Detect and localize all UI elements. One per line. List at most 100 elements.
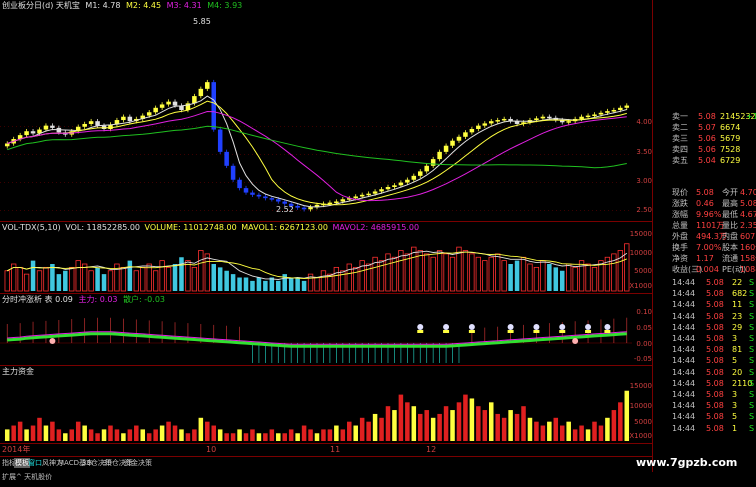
indicator-pane[interactable]: 分时冲涨析 表 0.09 主力: 0.03 散户: -0.03 0.10 0.0… [0,294,652,366]
tick-time: 14:44 [672,300,696,310]
candle-body [327,202,333,205]
funds-bar [17,421,23,441]
tick-price: 5.08 [706,322,724,332]
date-axis-12: 12 [426,445,437,454]
indicator-signal-base [533,330,540,333]
funds-bar [224,433,229,441]
candle-body [585,115,591,118]
indicator-end-dot [572,338,579,344]
price-axis-35: 3.50 [636,148,652,156]
quote-info-label: 净资 [672,254,688,263]
tab-funds-decision[interactable]: 资金决策 [124,458,152,468]
tick-price: 5.08 [706,311,724,321]
candle-body [166,101,171,105]
volume-bar [295,277,300,291]
tick-side: S [749,311,755,321]
funds-bar [30,425,36,441]
volume-bar [346,263,352,292]
funds-bar [347,421,352,441]
tick-row: 14:44 5.08 682 S [670,289,756,299]
candle-body [243,188,249,193]
candle-body [301,207,307,210]
volume-bar [585,263,591,292]
quote-info-value: 7.00% [696,243,722,252]
candle-body [372,191,378,194]
tick-volume: 3 [732,401,738,411]
funds-bar [63,433,68,441]
volume-bar [424,253,430,292]
candle-body [282,201,287,204]
funds-axis-15000: 15000 [629,382,652,390]
candle-body [230,165,236,180]
volume-bar [353,266,359,292]
candle-body [547,116,552,119]
candle-body [469,128,475,133]
tick-price: 5.08 [706,300,724,310]
quote-info-row: 收益(三)0.004PE(动)1084.3 [670,265,756,275]
candle-body [30,131,36,134]
funds-bar [4,429,10,441]
volume-chart[interactable] [0,233,632,293]
volume-pane[interactable]: VOL-TDX(5,10) VOL: 11852285.00 VOLUME: 1… [0,222,652,294]
volume-bar [320,270,327,292]
quote-sell-row: 卖五 5.04 6729 [670,156,756,166]
quote-sell-label: 卖三 [672,134,688,143]
tick-side: S [749,423,755,433]
quote-info-label: 最低 [722,210,738,219]
indicator-title-row: 分时冲涨析 表 0.09 主力: 0.03 散户: -0.03 [2,295,165,305]
price-pane-title-row: 创业板分日(d) 天机宝 M1: 4.78 M2: 4.45 M3: 4.31 … [2,1,242,11]
funds-bar [69,429,75,441]
funds-bar [598,425,604,441]
volume-bar [482,260,488,292]
volume-bar [88,270,94,292]
m2-value: M2: 4.45 [126,1,162,10]
volume-bar [263,280,268,291]
candle-body [456,136,462,141]
quote-info-value: 9.96% [696,210,722,219]
price-axis-4: 4.00 [636,118,652,126]
tick-time: 14:44 [672,401,696,411]
candle-body [250,192,255,195]
funds-pane[interactable]: 主力资金 15000 10000 5000 X1000 [0,366,652,444]
price-pane[interactable]: 创业板分日(d) 天机宝 M1: 4.78 M2: 4.45 M3: 4.31 … [0,0,652,222]
date-axis: 2014年 10 11 12 [0,444,652,456]
volume-bar [185,260,191,292]
quote-info-label: 量比 [722,221,738,230]
funds-bar [88,429,94,441]
quote-info-value: 4.67 [740,210,756,219]
funds-bar [37,417,42,441]
tick-volume: 20 [732,367,743,377]
tick-time: 14:44 [672,322,696,332]
tick-price: 5.08 [706,412,724,422]
tick-volume: 11 [732,300,743,310]
volume-bar [204,253,210,292]
status-bar: 扩展^ 天机股价 [2,473,53,481]
indicator-chart[interactable] [0,305,632,365]
funds-bar [237,429,242,441]
funds-bar [476,406,481,441]
volume-bar [572,266,578,292]
quote-info-row: 换手 7.00%股本160亿 [670,243,756,253]
vol-axis-10000: 10000 [629,249,652,257]
quote-info-label: 内盘 [722,232,738,241]
funds-bar [11,425,16,441]
funds-chart[interactable] [0,377,632,443]
funds-bar [50,421,55,441]
funds-bar [417,413,423,441]
price-chart[interactable] [0,12,632,220]
candle-body [437,151,442,160]
candle-body [127,116,133,122]
tab-window[interactable]: 窗口 [28,458,42,468]
volume-bar [140,266,146,292]
tick-row: 14:44 5.08 5 S [670,412,756,422]
funds-bar [276,433,281,441]
funds-bar [140,429,146,441]
tick-price: 5.08 [706,378,724,388]
funds-bar [527,417,533,441]
volume-bar [107,270,114,292]
indicator-signal-base [507,330,514,333]
funds-bar [308,429,313,441]
candle-body [172,101,178,106]
volume-bar [191,266,198,292]
funds-bar [385,406,391,441]
